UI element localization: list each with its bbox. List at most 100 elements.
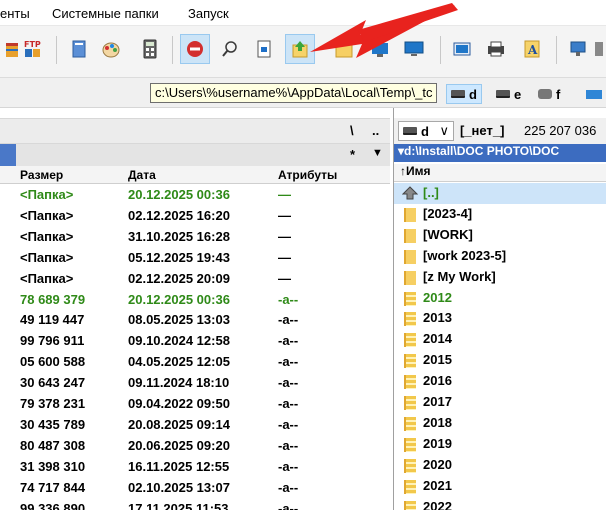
file-row[interactable]: 2020 <box>394 455 606 476</box>
file-row[interactable]: 99 796 911 09.10.2024 12:58 -a-- <box>0 331 390 352</box>
copy-names-icon[interactable] <box>252 37 276 61</box>
file-row[interactable]: <Папка> 20.12.2025 00:36 — <box>0 185 390 206</box>
file-row[interactable]: 74 717 844 02.10.2025 13:07 -a-- <box>0 478 390 499</box>
monitor-icon[interactable] <box>402 37 426 61</box>
menu-bar: енты Системные папки Запуск <box>0 0 606 26</box>
file-row[interactable]: 30 435 789 20.08.2025 09:14 -a-- <box>0 415 390 436</box>
file-size: 05 600 588 <box>20 354 86 370</box>
cloud-drive-icon[interactable] <box>584 84 604 104</box>
file-size: 49 119 447 <box>20 312 85 328</box>
file-date: 05.12.2025 19:43 <box>128 249 230 265</box>
file-date: 20.12.2025 00:36 <box>128 291 230 307</box>
calculator-icon[interactable] <box>138 37 162 61</box>
file-size: <Папка> <box>20 207 74 223</box>
file-row[interactable]: <Папка> 02.12.2025 16:20 — <box>0 206 390 227</box>
parent-dir-button[interactable]: .. <box>372 123 379 138</box>
folder-icon[interactable] <box>332 37 356 61</box>
column-header-size[interactable]: Размер <box>20 168 63 182</box>
text-icon[interactable]: A <box>520 37 544 61</box>
file-attributes: -a-- <box>278 437 299 453</box>
file-name: [WORK] <box>423 226 473 242</box>
file-date: 17.11.2025 11:53 <box>128 500 229 510</box>
toolbar-separator <box>556 36 557 64</box>
file-date: 02.12.2025 20:09 <box>128 270 230 286</box>
toolbar-separator <box>56 36 57 64</box>
search-icon[interactable] <box>218 37 242 61</box>
drive-button-d[interactable]: d <box>446 84 482 104</box>
archive-icon <box>404 291 416 306</box>
file-row[interactable]: 49 119 447 08.05.2025 13:03 -a-- <box>0 310 390 331</box>
file-row[interactable]: <Папка> 02.12.2025 20:09 — <box>0 269 390 290</box>
network-drive-icon <box>538 89 552 99</box>
file-size: 80 487 308 <box>20 437 86 453</box>
file-row[interactable]: 30 643 247 09.11.2024 18:10 -a-- <box>0 373 390 394</box>
file-row[interactable]: [2023-4] <box>394 204 606 225</box>
file-row[interactable]: 2012 <box>394 288 606 309</box>
file-attributes: — <box>278 187 291 202</box>
file-row[interactable]: 31 398 310 16.11.2025 12:55 -a-- <box>0 457 390 478</box>
column-header-date[interactable]: Дата <box>128 168 156 182</box>
menu-item-system-folders[interactable]: Системные папки <box>52 6 159 21</box>
drive-button-e[interactable]: e <box>496 84 521 104</box>
file-date: 09.11.2024 18:10 <box>128 375 230 391</box>
file-row[interactable]: <Папка> 05.12.2025 19:43 — <box>0 248 390 269</box>
history-dropdown-button[interactable]: ▼ <box>372 147 383 159</box>
drive-button-f[interactable]: f <box>538 84 560 104</box>
drive-combobox[interactable]: d ∨ <box>398 121 454 141</box>
file-date: 31.10.2025 16:28 <box>128 228 230 244</box>
menu-item-launch[interactable]: Запуск <box>188 6 229 21</box>
file-row[interactable]: 78 689 379 20.12.2025 00:36 -a-- <box>0 290 390 311</box>
file-attributes: -a-- <box>278 500 299 510</box>
right-path-bar[interactable]: ▾d:\Install\DOC PHOTO\DOC <box>394 144 606 162</box>
filter-star-button[interactable]: * <box>350 147 355 162</box>
file-size: 31 398 310 <box>20 458 86 474</box>
file-row[interactable]: [z My Work] <box>394 267 606 288</box>
file-row[interactable]: 2016 <box>394 371 606 392</box>
file-date: 20.08.2025 09:14 <box>128 416 230 432</box>
column-header-attributes[interactable]: Атрибуты <box>278 168 337 182</box>
printer-icon[interactable] <box>484 37 508 61</box>
archive-icon <box>404 437 416 452</box>
volume-label: [_нет_] <box>460 123 505 138</box>
ftp-icon[interactable]: FTP <box>22 37 44 61</box>
file-name: 2022 <box>423 498 452 510</box>
file-row[interactable]: 2015 <box>394 350 606 371</box>
archive-icon[interactable] <box>0 37 24 61</box>
archive-icon <box>404 396 416 410</box>
file-attributes: — <box>278 228 291 244</box>
file-row[interactable]: 2021 <box>394 476 606 497</box>
file-row[interactable]: [WORK] <box>394 225 606 246</box>
file-row[interactable]: 80 487 308 20.06.2025 09:20 -a-- <box>0 436 390 457</box>
right-file-panel: d ∨ [_нет_] 225 207 036 ▾d:\Install\DOC … <box>393 108 606 510</box>
file-row[interactable]: 2017 <box>394 392 606 413</box>
menu-item-tools[interactable]: енты <box>0 6 30 21</box>
root-dir-button[interactable]: \ <box>350 123 354 138</box>
file-row[interactable]: 2019 <box>394 434 606 455</box>
file-size: <Папка> <box>20 187 74 202</box>
file-row[interactable]: 2022 <box>394 497 606 510</box>
display-icon[interactable] <box>368 37 392 61</box>
file-attributes: -a-- <box>278 416 299 432</box>
notebook-icon[interactable] <box>67 37 91 61</box>
stop-icon[interactable] <box>180 34 210 64</box>
go-up-icon[interactable] <box>285 34 315 64</box>
left-file-panel: \ .. * ▼ Размер Дата Атрибуты <Папка> 20.… <box>0 108 390 510</box>
network-icon[interactable] <box>566 37 590 61</box>
file-row[interactable]: 79 378 231 09.04.2022 09:50 -a-- <box>0 394 390 415</box>
file-row[interactable]: 05 600 588 04.05.2025 12:05 -a-- <box>0 352 390 373</box>
file-attributes: — <box>278 207 291 223</box>
file-row[interactable]: 2018 <box>394 413 606 434</box>
file-row[interactable]: <Папка> 31.10.2025 16:28 — <box>0 227 390 248</box>
column-header-name[interactable]: ↑Имя <box>394 164 606 182</box>
parent-dir-row[interactable]: [..] <box>394 183 606 204</box>
file-row[interactable]: 2013 <box>394 308 606 329</box>
paint-icon[interactable] <box>99 37 123 61</box>
image-icon[interactable] <box>450 37 474 61</box>
file-row[interactable]: 99 336 890 17.11.2025 11:53 -a-- <box>0 499 390 510</box>
file-name: 2019 <box>423 435 452 451</box>
file-name: 2016 <box>423 373 452 389</box>
file-row[interactable]: [work 2023-5] <box>394 246 606 267</box>
file-date: 08.05.2025 13:03 <box>128 312 230 328</box>
file-row[interactable]: 2014 <box>394 329 606 350</box>
pin-icon[interactable] <box>592 37 606 61</box>
